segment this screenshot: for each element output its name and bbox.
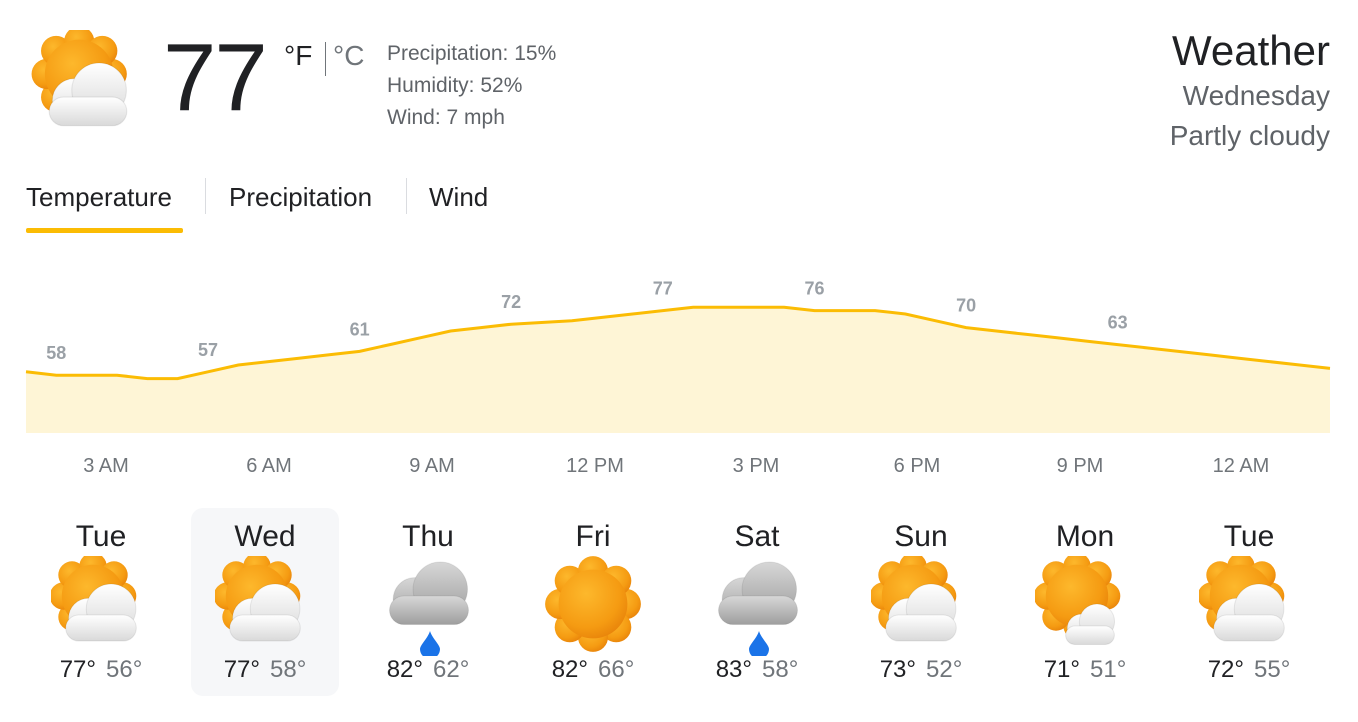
- mostly-sunny-icon: [1033, 552, 1135, 656]
- day-name: Mon: [1055, 520, 1115, 553]
- unit-fahrenheit-button[interactable]: °F: [284, 40, 312, 72]
- tab-wind[interactable]: Wind: [429, 172, 488, 222]
- low-temp: 58°: [270, 656, 307, 683]
- forecast-day[interactable]: Sun 73° 52°: [847, 508, 995, 696]
- wind-text: Wind: 7 mph: [387, 106, 505, 129]
- current-temperature: 77: [163, 24, 268, 131]
- time-label: 9 AM: [409, 455, 455, 477]
- day-temps: 77° 58°: [191, 656, 339, 684]
- day-name: Wed: [234, 520, 296, 553]
- day-name: Thu: [402, 520, 454, 553]
- low-temp: 66°: [598, 656, 635, 683]
- temperature-value-label: 70: [956, 296, 976, 316]
- unit-divider: [325, 42, 326, 76]
- time-axis: 3 AM 6 AM 9 AM 12 PM 3 PM 6 PM 9 PM 12 A…: [0, 455, 1358, 489]
- time-label: 12 AM: [1212, 455, 1270, 477]
- temperature-value-label: 58: [46, 343, 66, 363]
- selected-tab-indicator: [26, 228, 183, 233]
- time-label: 3 AM: [83, 455, 129, 477]
- partly-cloudy-icon: [213, 552, 315, 656]
- weather-condition: Partly cloudy: [1169, 120, 1330, 151]
- forecast-day[interactable]: Thu 82° 62°: [354, 508, 502, 696]
- low-temp: 51°: [1090, 656, 1127, 683]
- tab-divider: [406, 178, 407, 214]
- low-temp: 55°: [1254, 656, 1291, 683]
- precipitation-text: Precipitation: 15%: [387, 42, 557, 65]
- high-temp: 77°: [59, 656, 96, 683]
- low-temp: 56°: [106, 656, 143, 683]
- partly-cloudy-icon: [28, 26, 148, 140]
- time-label: 6 PM: [893, 455, 941, 477]
- day-temps: 71° 51°: [1011, 656, 1159, 684]
- high-temp: 72°: [1207, 656, 1244, 683]
- rain-icon: [707, 556, 807, 659]
- temperature-value-label: 57: [198, 340, 218, 360]
- day-name: Fri: [575, 520, 611, 553]
- weather-header: Weather Wednesday Partly cloudy: [1170, 26, 1330, 156]
- sunny-icon: [543, 556, 643, 656]
- high-temp: 73°: [879, 656, 916, 683]
- high-temp: 83°: [715, 656, 752, 683]
- forecast-day[interactable]: Tue 72° 55°: [1175, 508, 1323, 696]
- low-temp: 58°: [762, 656, 799, 683]
- current-details: Precipitation: 15% Humidity: 52% Wind: 7…: [387, 38, 556, 134]
- unit-celsius-button[interactable]: °C: [333, 40, 364, 72]
- partly-cloudy-icon: [869, 552, 971, 656]
- high-temp: 82°: [551, 656, 588, 683]
- temperature-value-label: 76: [804, 280, 824, 299]
- high-temp: 71°: [1043, 656, 1080, 683]
- low-temp: 52°: [926, 656, 963, 683]
- forecast-day[interactable]: Sat 83° 58°: [683, 508, 831, 696]
- temperature-value-label: 77: [653, 280, 673, 299]
- forecast-day[interactable]: Mon 71° 51°: [1011, 508, 1159, 696]
- tab-divider: [205, 178, 206, 214]
- forecast-day[interactable]: Tue 77° 56°: [27, 508, 175, 696]
- temperature-value-label: 63: [1108, 313, 1128, 333]
- temperature-value-label: 61: [350, 319, 370, 339]
- partly-cloudy-icon: [49, 552, 151, 656]
- weather-title: Weather: [1172, 27, 1330, 74]
- day-name: Sat: [734, 520, 780, 553]
- humidity-text: Humidity: 52%: [387, 74, 523, 97]
- day-name: Tue: [75, 520, 127, 553]
- day-temps: 82° 66°: [519, 656, 667, 684]
- tab-temperature[interactable]: Temperature: [26, 172, 172, 222]
- forecast-day-selected[interactable]: Wed 77° 58°: [191, 508, 339, 696]
- high-temp: 77°: [223, 656, 260, 683]
- time-label: 3 PM: [732, 455, 780, 477]
- tab-precipitation[interactable]: Precipitation: [229, 172, 372, 222]
- day-temps: 82° 62°: [354, 656, 502, 684]
- rain-icon: [378, 556, 478, 659]
- day-temps: 72° 55°: [1175, 656, 1323, 684]
- time-label: 9 PM: [1056, 455, 1104, 477]
- weather-day: Wednesday: [1182, 80, 1330, 111]
- temperature-value-label: 72: [501, 292, 521, 312]
- day-temps: 73° 52°: [847, 656, 995, 684]
- day-name: Sun: [894, 520, 948, 553]
- time-label: 6 AM: [246, 455, 292, 477]
- day-temps: 77° 56°: [27, 656, 175, 684]
- low-temp: 62°: [433, 656, 470, 683]
- hourly-temperature-chart: 58 57 61 72 77 76 70 63: [25, 280, 1331, 433]
- forecast-day[interactable]: Fri 82° 66°: [519, 508, 667, 696]
- partly-cloudy-icon: [1197, 552, 1299, 656]
- time-label: 12 PM: [566, 455, 624, 477]
- day-temps: 83° 58°: [683, 656, 831, 684]
- day-name: Tue: [1223, 520, 1275, 553]
- high-temp: 82°: [386, 656, 423, 683]
